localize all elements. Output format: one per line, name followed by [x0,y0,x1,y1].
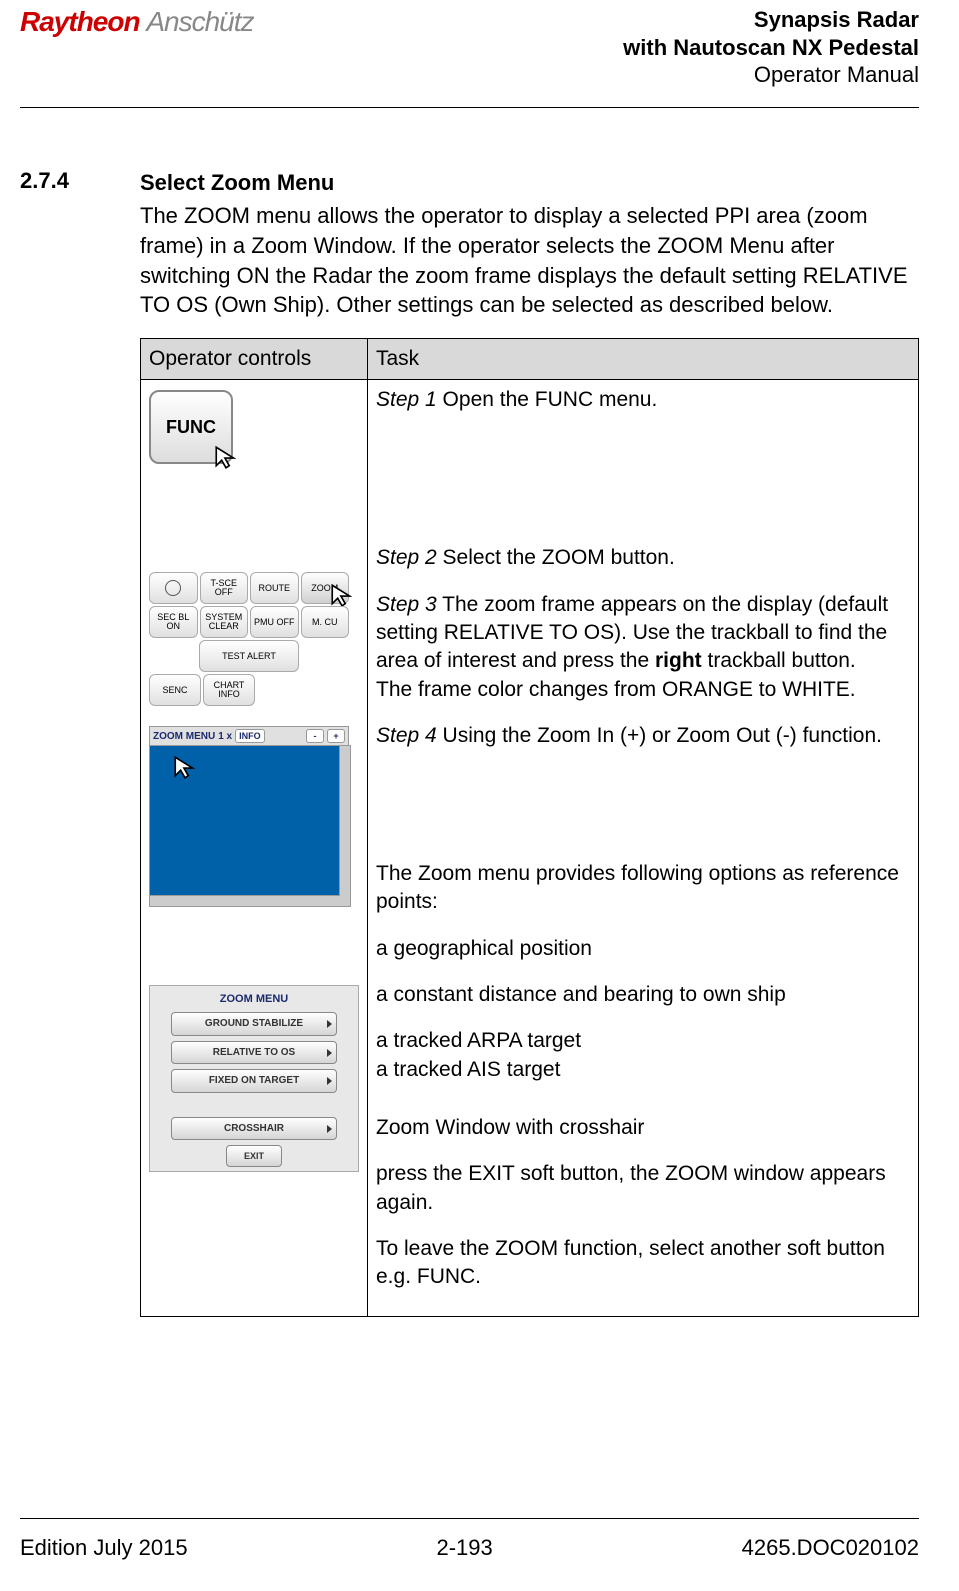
func-button-label: FUNC [166,415,216,439]
logo-primary: Raytheon [20,6,140,37]
tool-pmu[interactable]: PMU OFF [250,606,299,638]
operator-controls-cell: FUNC T-SCE OFF [141,380,368,1317]
ref-ais: a tracked AIS target [376,1056,910,1084]
cursor-icon [329,582,355,608]
brand-logo: Raytheon Anschütz [20,6,254,38]
chevron-right-icon [327,1049,332,1057]
ref-arpa: a tracked ARPA target [376,1027,910,1055]
tool-chartinfo[interactable]: CHART INFO [203,674,255,706]
ref-geo: a geographical position [376,935,910,963]
tool-tsce[interactable]: T-SCE OFF [200,572,249,604]
cursor-icon [172,754,198,780]
btn-ground-stabilize[interactable]: GROUND STABILIZE [171,1012,337,1036]
btn-relative-to-os[interactable]: RELATIVE TO OS [171,1041,337,1065]
section-number: 2.7.4 [20,168,120,1317]
zoom-info-button[interactable]: INFO [235,729,265,743]
func-button[interactable]: FUNC [149,390,233,464]
cursor-icon [213,444,239,470]
ref-crosshair: Zoom Window with crosshair [376,1114,910,1142]
ref-intro: The Zoom menu provides following options… [376,860,910,917]
footer-page: 2-193 [436,1535,492,1561]
step4-label: Step 4 [376,724,437,747]
section-title: Select Zoom Menu [140,168,919,198]
leave-text: To leave the ZOOM function, select anoth… [376,1235,910,1292]
zoom-ppi-view[interactable] [149,745,351,907]
zoom-in-button[interactable]: + [327,729,345,743]
zoom-menu-panel: ZOOM MENU GROUND STABILIZE RELATIVE TO O… [149,985,359,1172]
doc-title-1: Synapsis Radar [623,6,919,34]
header-rule [20,107,919,108]
btn-exit[interactable]: EXIT [226,1145,282,1167]
step2-label: Step 2 [376,546,437,569]
exit-text: press the EXIT soft button, the ZOOM win… [376,1160,910,1217]
doc-title-block: Synapsis Radar with Nautoscan NX Pedesta… [623,6,919,89]
procedure-table: Operator controls Task FUNC [140,338,919,1317]
func-toolbar: T-SCE OFF ROUTE ZOOM SEC BL ON [149,572,349,708]
step1-label: Step 1 [376,388,437,411]
tool-route[interactable]: ROUTE [250,572,299,604]
btn-fixed-on-target[interactable]: FIXED ON TARGET [171,1069,337,1093]
btn-crosshair[interactable]: CROSSHAIR [171,1117,337,1141]
chevron-right-icon [327,1020,332,1028]
zoom-window: ZOOM MENU 1 x INFO - + [149,726,349,907]
ref-dist-bearing: a constant distance and bearing to own s… [376,981,910,1009]
tool-sysclear[interactable]: SYSTEM CLEAR [200,606,249,638]
doc-title-3: Operator Manual [623,61,919,89]
chevron-right-icon [327,1125,332,1133]
step3-bold: right [655,649,702,672]
col-header-task: Task [368,338,919,379]
step1-text: Open the FUNC menu. [437,388,658,411]
section-intro: The ZOOM menu allows the operator to dis… [140,201,919,320]
task-cell: Step 1 Open the FUNC menu. Step 2 Select… [368,380,919,1317]
logo-secondary: Anschütz [146,6,253,37]
scrollbar-horizontal[interactable] [150,895,340,906]
scrollbar-vertical[interactable] [339,746,350,906]
zoom-out-button[interactable]: - [306,729,324,743]
chevron-right-icon [327,1077,332,1085]
zoom-scale: 1 x [218,730,232,744]
footer-edition: Edition July 2015 [20,1535,188,1561]
step4-text: Using the Zoom In (+) or Zoom Out (-) fu… [437,724,882,747]
page-footer: Edition July 2015 2-193 4265.DOC020102 [20,1518,919,1591]
tool-senc[interactable]: SENC [149,674,201,706]
tool-mcu[interactable]: M. CU [301,606,350,638]
zoom-menu-title: ZOOM MENU [154,992,354,1007]
step3-line2: The frame color changes from ORANGE to W… [376,676,910,704]
tool-testalert[interactable]: TEST ALERT [199,640,299,672]
tool-sun[interactable] [149,572,198,604]
zoom-menu-toggle[interactable]: ZOOM MENU [153,730,215,744]
step3-label: Step 3 [376,593,437,616]
tool-secbl[interactable]: SEC BL ON [149,606,198,638]
step2-text: Select the ZOOM button. [437,546,675,569]
doc-title-2: with Nautoscan NX Pedestal [623,34,919,62]
step3-text-b: trackball button. [702,649,856,672]
footer-docnum: 4265.DOC020102 [742,1535,919,1561]
col-header-operator: Operator controls [141,338,368,379]
